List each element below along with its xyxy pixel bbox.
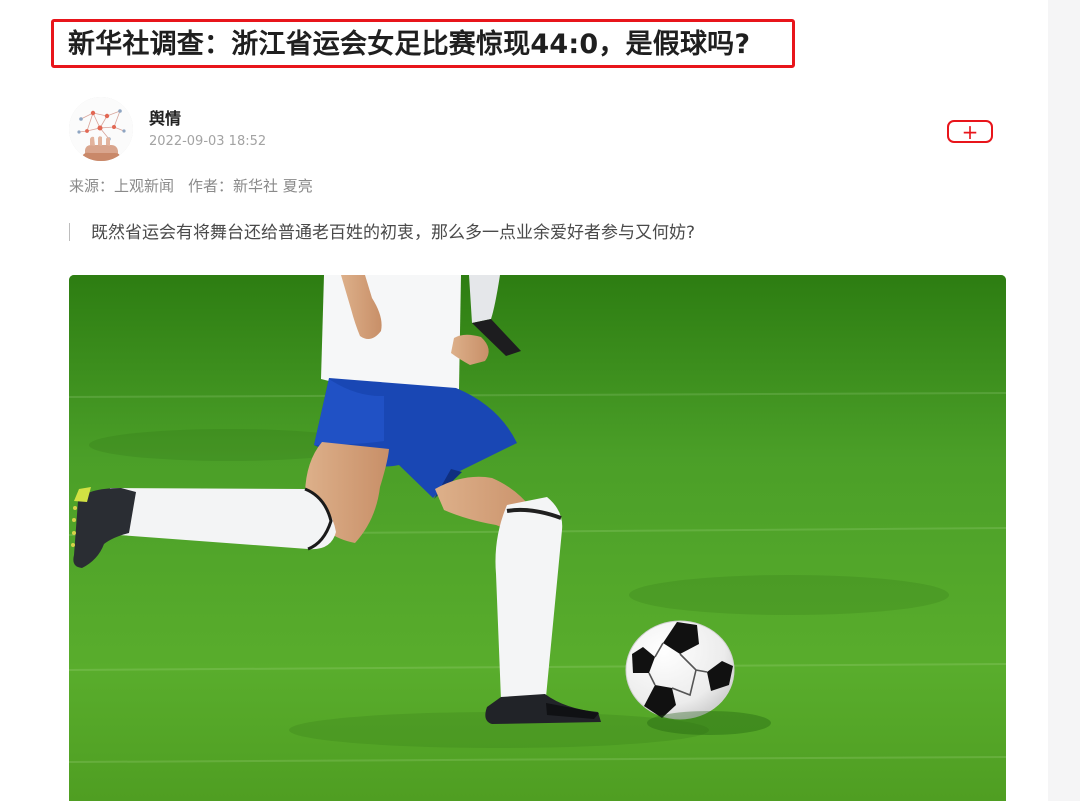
author-label: 作者：新华社 夏亮 xyxy=(188,177,313,195)
follow-button[interactable]: + xyxy=(947,120,993,143)
article-source-line: 来源：上观新闻 作者：新华社 夏亮 xyxy=(69,176,313,196)
article-hero-image xyxy=(69,275,1006,801)
page-scroll-gutter xyxy=(1048,0,1080,801)
article-summary: 既然省运会有将舞台还给普通老百姓的初衷，那么多一点业余爱好者参与又何妨? xyxy=(91,223,696,243)
publish-time: 2022-09-03 18:52 xyxy=(149,134,267,149)
network-avatar-icon xyxy=(69,97,133,161)
source-label: 来源：上观新闻 xyxy=(69,177,175,195)
soccer-player-photo xyxy=(69,275,1006,801)
author-name[interactable]: 舆情 xyxy=(149,109,181,129)
plus-icon: + xyxy=(961,119,979,144)
article-title: 新华社调查：浙江省运会女足比赛惊现44:0，是假球吗? xyxy=(68,29,751,60)
quote-bar xyxy=(69,223,70,241)
author-avatar[interactable] xyxy=(69,97,133,161)
